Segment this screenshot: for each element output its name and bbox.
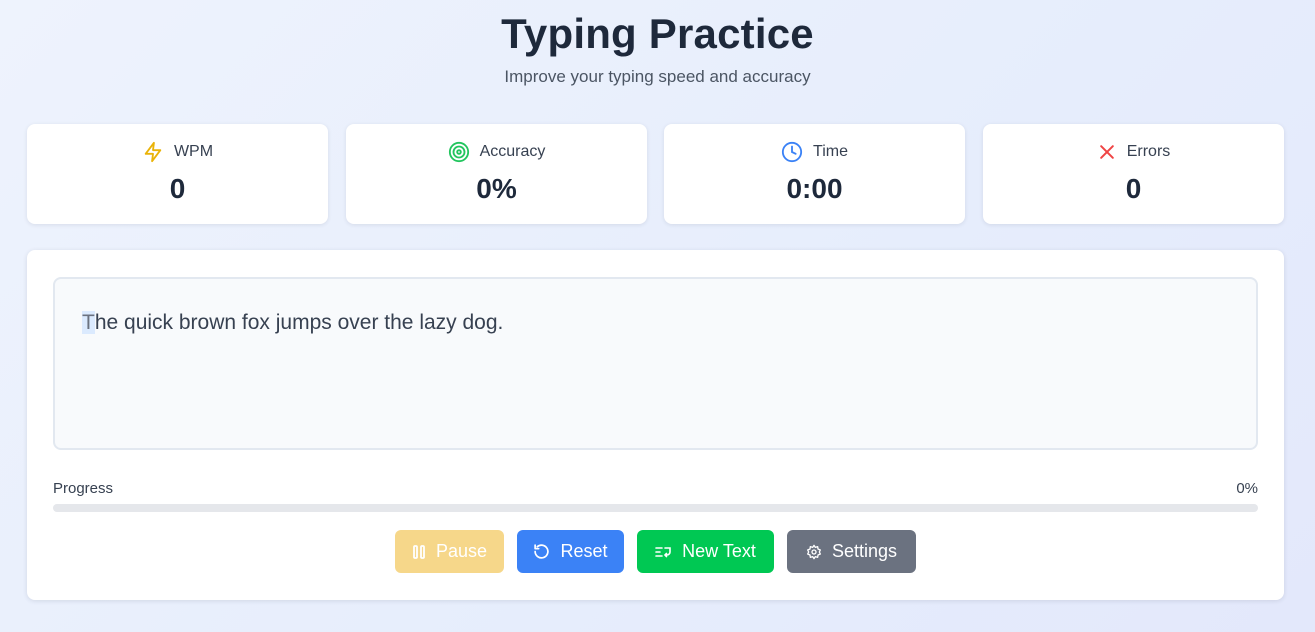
controls: Pause Reset New Text Settings bbox=[27, 530, 1284, 573]
gear-icon bbox=[806, 544, 822, 560]
progress-bar bbox=[53, 504, 1258, 512]
new-text-button-label: New Text bbox=[682, 541, 756, 561]
lightning-icon bbox=[142, 141, 164, 163]
shuffle-list-icon bbox=[655, 545, 672, 559]
reset-button-label: Reset bbox=[560, 541, 608, 561]
stat-value-wpm: 0 bbox=[169, 173, 186, 204]
target-icon bbox=[448, 141, 470, 163]
page-subtitle: Improve your typing speed and accuracy bbox=[504, 67, 811, 86]
pause-button-label: Pause bbox=[435, 541, 488, 561]
practice-panel: The quick brown fox jumps over the lazy … bbox=[27, 250, 1284, 600]
x-icon bbox=[1097, 142, 1117, 162]
stats-row: WPM 0 Accuracy 0% Time 0:00 Errors 0 bbox=[27, 124, 1284, 224]
stat-label-wpm: WPM bbox=[173, 143, 214, 160]
progress-value: 0% bbox=[1236, 480, 1258, 497]
reset-icon bbox=[533, 543, 550, 560]
stat-label-errors: Errors bbox=[1126, 143, 1171, 160]
page-title: Typing Practice bbox=[501, 10, 814, 57]
stat-value-errors: 0 bbox=[1125, 173, 1142, 204]
current-char: T bbox=[82, 311, 95, 334]
stat-label-accuracy: Accuracy bbox=[479, 143, 546, 160]
settings-button[interactable]: Settings bbox=[787, 530, 916, 573]
stat-value-accuracy: 0% bbox=[476, 173, 517, 204]
clock-icon bbox=[781, 141, 803, 163]
progress-label: Progress bbox=[53, 480, 114, 497]
typing-text-area[interactable]: The quick brown fox jumps over the lazy … bbox=[53, 277, 1258, 450]
stat-card-errors: Errors 0 bbox=[983, 124, 1284, 224]
pause-button[interactable]: Pause bbox=[395, 530, 504, 573]
stat-label-time: Time bbox=[813, 143, 848, 160]
stat-card-accuracy: Accuracy 0% bbox=[346, 124, 647, 224]
pause-icon bbox=[412, 544, 426, 560]
new-text-button[interactable]: New Text bbox=[637, 530, 774, 573]
remaining-text: he quick brown fox jumps over the lazy d… bbox=[94, 311, 504, 334]
settings-button-label: Settings bbox=[831, 541, 898, 561]
stat-card-wpm: WPM 0 bbox=[27, 124, 328, 224]
stat-card-time: Time 0:00 bbox=[664, 124, 965, 224]
reset-button[interactable]: Reset bbox=[517, 530, 624, 573]
stat-value-time: 0:00 bbox=[786, 173, 843, 204]
